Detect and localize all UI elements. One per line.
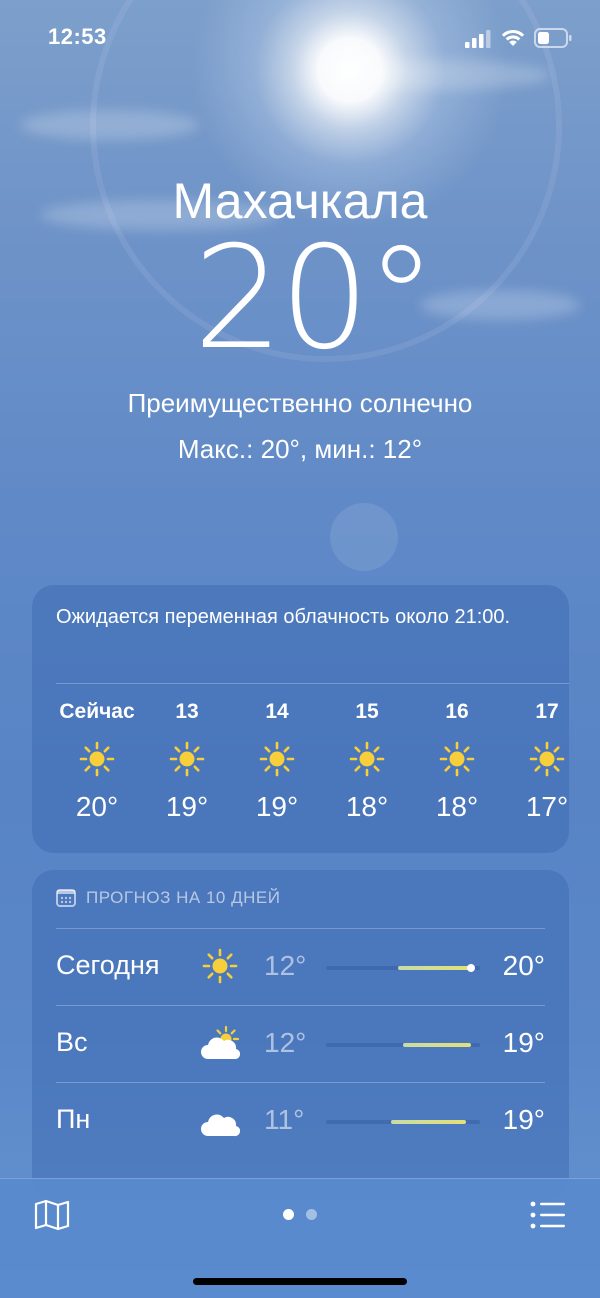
hourly-temperature: 17° [525, 791, 569, 822]
cellular-signal-icon [465, 30, 491, 48]
hourly-time: 13 [175, 700, 199, 723]
sun-icon [439, 741, 475, 777]
status-time: 12:53 [48, 24, 107, 49]
sun-icon [349, 741, 385, 777]
sun-icon [200, 948, 240, 984]
status-bar: 12:53 [0, 0, 600, 80]
hourly-item: 14 19° [232, 697, 322, 823]
forecast-low: 11° [264, 1104, 305, 1135]
calendar-icon [56, 889, 76, 907]
hourly-item: 13 19° [142, 697, 232, 823]
temperature-range-bar [326, 1043, 480, 1047]
forecast-day: Пн [56, 1104, 91, 1134]
sun-icon [79, 741, 115, 777]
cloud-icon [200, 1102, 241, 1138]
forecast-low: 12° [264, 1027, 307, 1058]
forecast-high: 19° [502, 1027, 545, 1058]
hourly-temperature: 20° [75, 791, 119, 822]
hourly-time: Сейчас [59, 700, 135, 723]
forecast-title: ПРОГНОЗ НА 10 ДНЕЙ [86, 888, 281, 907]
hourly-summary: Ожидается переменная облачность около 21… [56, 606, 511, 628]
hourly-time: 17 [535, 700, 559, 723]
page-indicator[interactable] [0, 1207, 600, 1225]
hourly-time: 16 [445, 700, 469, 723]
hourly-time: 14 [265, 700, 289, 723]
ten-day-forecast-card[interactable]: ПРОГНОЗ НА 10 ДНЕЙ Сегодня 12° 20° Вс 12° 19°… [32, 870, 569, 1200]
hourly-item: Сейчас 20° [52, 697, 142, 823]
temperature-range-bar [326, 1120, 480, 1124]
page-dot-active[interactable] [283, 1209, 294, 1220]
temperature-range-fill [390, 1120, 467, 1124]
weather-condition: Преимущественно солнечно [127, 388, 473, 418]
battery-icon [534, 28, 572, 48]
divider [56, 1005, 545, 1006]
current-temperature-value: 20° [193, 216, 437, 381]
forecast-high: 20° [502, 950, 545, 981]
wifi-icon [501, 29, 525, 46]
divider [56, 1082, 545, 1083]
cloud-wisp [20, 110, 200, 140]
forecast-header: ПРОГНОЗ НА 10 ДНЕЙ [56, 888, 280, 908]
bottom-toolbar [0, 1178, 600, 1298]
forecast-high: 19° [502, 1104, 545, 1135]
hourly-item: 17 17° [502, 697, 569, 823]
forecast-row[interactable]: Вс 12° 19° [56, 1005, 545, 1082]
forecast-row[interactable]: Пн 11° 19° [56, 1082, 545, 1159]
hourly-item: 15 18° [322, 697, 412, 823]
temperature-range-bar [326, 964, 480, 972]
page-dot[interactable] [306, 1209, 317, 1220]
high-low-temperature: Макс.: 20°, мин.: 12° [177, 434, 423, 464]
temperature-range-fill [403, 1043, 471, 1047]
hourly-time: 15 [355, 700, 379, 723]
forecast-day: Сегодня [56, 950, 160, 980]
hourly-temperature: 19° [165, 791, 209, 822]
current-temp-marker [466, 964, 475, 972]
hourly-item: 16 18° [412, 697, 502, 823]
home-indicator [193, 1278, 407, 1285]
city-list-icon[interactable] [530, 1201, 566, 1229]
forecast-day: Вс [56, 1027, 88, 1057]
hourly-temperature: 18° [345, 791, 389, 822]
forecast-low: 12° [264, 950, 307, 981]
divider [56, 928, 545, 929]
forecast-row[interactable]: Сегодня 12° 20° [56, 928, 545, 1005]
sun-icon [529, 741, 565, 777]
partly-cloudy-icon [200, 1025, 241, 1061]
sun-icon [169, 741, 205, 777]
current-temperature: 20° [0, 228, 600, 370]
hourly-temperature: 19° [255, 791, 299, 822]
sun-icon [259, 741, 295, 777]
divider [56, 683, 569, 684]
lens-flare [330, 503, 398, 571]
temperature-range-fill [398, 966, 470, 970]
hourly-forecast-card[interactable]: Ожидается переменная облачность около 21… [32, 585, 569, 853]
hourly-temperature: 18° [435, 791, 479, 822]
